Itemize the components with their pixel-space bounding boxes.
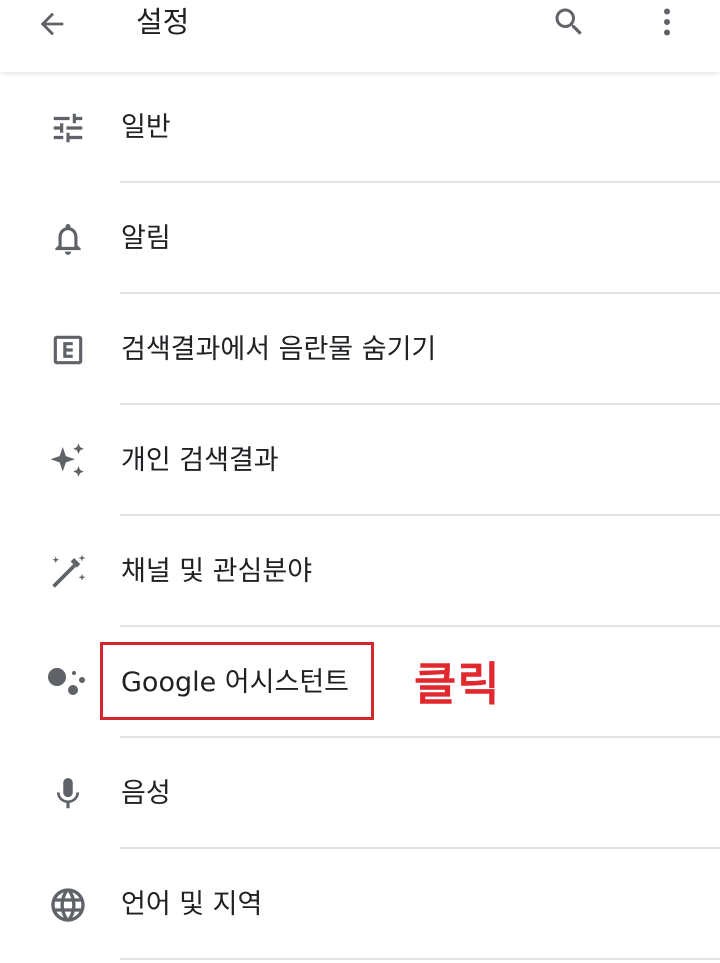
explicit-icon xyxy=(44,330,92,370)
search-icon xyxy=(555,8,582,35)
settings-item-label: 채널 및 관심분야 xyxy=(121,556,313,587)
settings-item-language-region[interactable]: 언어 및 지역 xyxy=(0,849,720,960)
settings-item-channels-interests[interactable]: 채널 및 관심분야 xyxy=(0,516,720,627)
assistant-icon xyxy=(44,663,92,703)
settings-item-label: 언어 및 지역 xyxy=(121,889,263,920)
settings-item-label: 개인 검색결과 xyxy=(121,445,279,476)
settings-item-label: 검색결과에서 음란물 숨기기 xyxy=(121,334,437,365)
page-title: 설정 xyxy=(136,5,190,39)
magic-wand-icon xyxy=(44,552,92,592)
settings-item-voice[interactable]: 음성 xyxy=(0,738,720,849)
arrow-back-icon xyxy=(40,12,64,36)
mic-icon xyxy=(44,774,92,814)
settings-item-label: 음성 xyxy=(121,778,171,809)
bell-icon xyxy=(44,219,92,259)
annotation-click-label: 클릭 xyxy=(414,657,501,711)
globe-icon xyxy=(44,885,92,925)
settings-item-safesearch[interactable]: 검색결과에서 음란물 숨기기 xyxy=(0,294,720,405)
more-options-button[interactable] xyxy=(646,2,688,42)
back-button[interactable] xyxy=(30,4,74,44)
sparkle-icon xyxy=(44,441,92,481)
settings-item-label: 일반 xyxy=(121,112,171,143)
divider xyxy=(120,958,720,960)
highlight-box xyxy=(100,642,374,720)
more-vert-icon xyxy=(664,8,670,36)
settings-list: 일반 알림 검색결과에서 음란물 숨기기 개인 검색결과 채널 및 관심분야 G… xyxy=(0,72,720,960)
tune-icon xyxy=(44,108,92,148)
search-button[interactable] xyxy=(546,2,592,42)
app-bar: 설정 xyxy=(0,0,720,72)
settings-item-general[interactable]: 일반 xyxy=(0,72,720,183)
settings-item-label: 알림 xyxy=(121,223,171,254)
settings-item-personal-results[interactable]: 개인 검색결과 xyxy=(0,405,720,516)
settings-item-notifications[interactable]: 알림 xyxy=(0,183,720,294)
